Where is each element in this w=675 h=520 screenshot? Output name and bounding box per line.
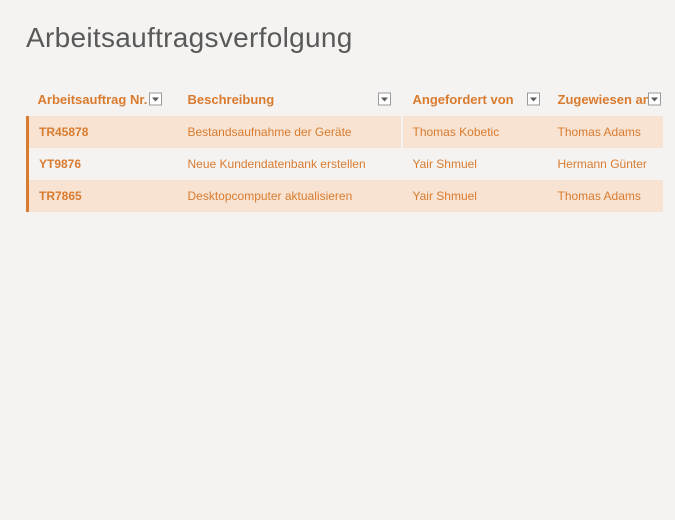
cell-work-order[interactable]: TR7865 — [28, 180, 178, 212]
chevron-down-icon — [152, 97, 159, 101]
page-title: Arbeitsauftragsverfolgung — [26, 22, 655, 54]
cell-requested-by[interactable]: Yair Shmuel — [403, 148, 548, 180]
col-header-assigned-to: Zugewiesen an — [548, 82, 663, 116]
cell-requested-by[interactable]: Yair Shmuel — [403, 180, 548, 212]
table-row: TR45878 Bestandsaufnahme der Geräte Thom… — [28, 116, 663, 148]
filter-button-assigned-to[interactable] — [648, 93, 661, 106]
filter-button-requested-by[interactable] — [527, 93, 540, 106]
filter-button-description[interactable] — [378, 93, 391, 106]
cell-description[interactable]: Neue Kundendatenbank erstellen — [178, 148, 403, 180]
table-header-row: Arbeitsauftrag Nr. Beschreibung Angeford… — [28, 82, 663, 116]
col-header-description: Beschreibung — [178, 82, 403, 116]
work-order-table: Arbeitsauftrag Nr. Beschreibung Angeford… — [26, 82, 664, 212]
cell-work-order[interactable]: YT9876 — [28, 148, 178, 180]
col-header-label: Zugewiesen an — [558, 92, 651, 107]
cell-description[interactable]: Desktopcomputer aktualisieren — [178, 180, 403, 212]
col-header-label: Beschreibung — [188, 92, 275, 107]
worksheet: Arbeitsauftragsverfolgung Arbeitsauftrag… — [0, 0, 675, 232]
filter-button-work-order[interactable] — [149, 93, 162, 106]
cell-assigned-to[interactable]: Thomas Adams — [548, 116, 663, 148]
col-header-work-order: Arbeitsauftrag Nr. — [28, 82, 178, 116]
col-header-requested-by: Angefordert von — [403, 82, 548, 116]
cell-work-order[interactable]: TR45878 — [28, 116, 178, 148]
cell-requested-by[interactable]: Thomas Kobetic — [403, 116, 548, 148]
table-row: YT9876 Neue Kundendatenbank erstellen Ya… — [28, 148, 663, 180]
chevron-down-icon — [651, 97, 658, 101]
col-header-label: Angefordert von — [413, 92, 514, 107]
cell-assigned-to[interactable]: Thomas Adams — [548, 180, 663, 212]
chevron-down-icon — [381, 97, 388, 101]
cell-description[interactable]: Bestandsaufnahme der Geräte — [178, 116, 403, 148]
chevron-down-icon — [530, 97, 537, 101]
table-row: TR7865 Desktopcomputer aktualisieren Yai… — [28, 180, 663, 212]
col-header-label: Arbeitsauftrag Nr. — [38, 92, 148, 107]
cell-assigned-to[interactable]: Hermann Günter — [548, 148, 663, 180]
